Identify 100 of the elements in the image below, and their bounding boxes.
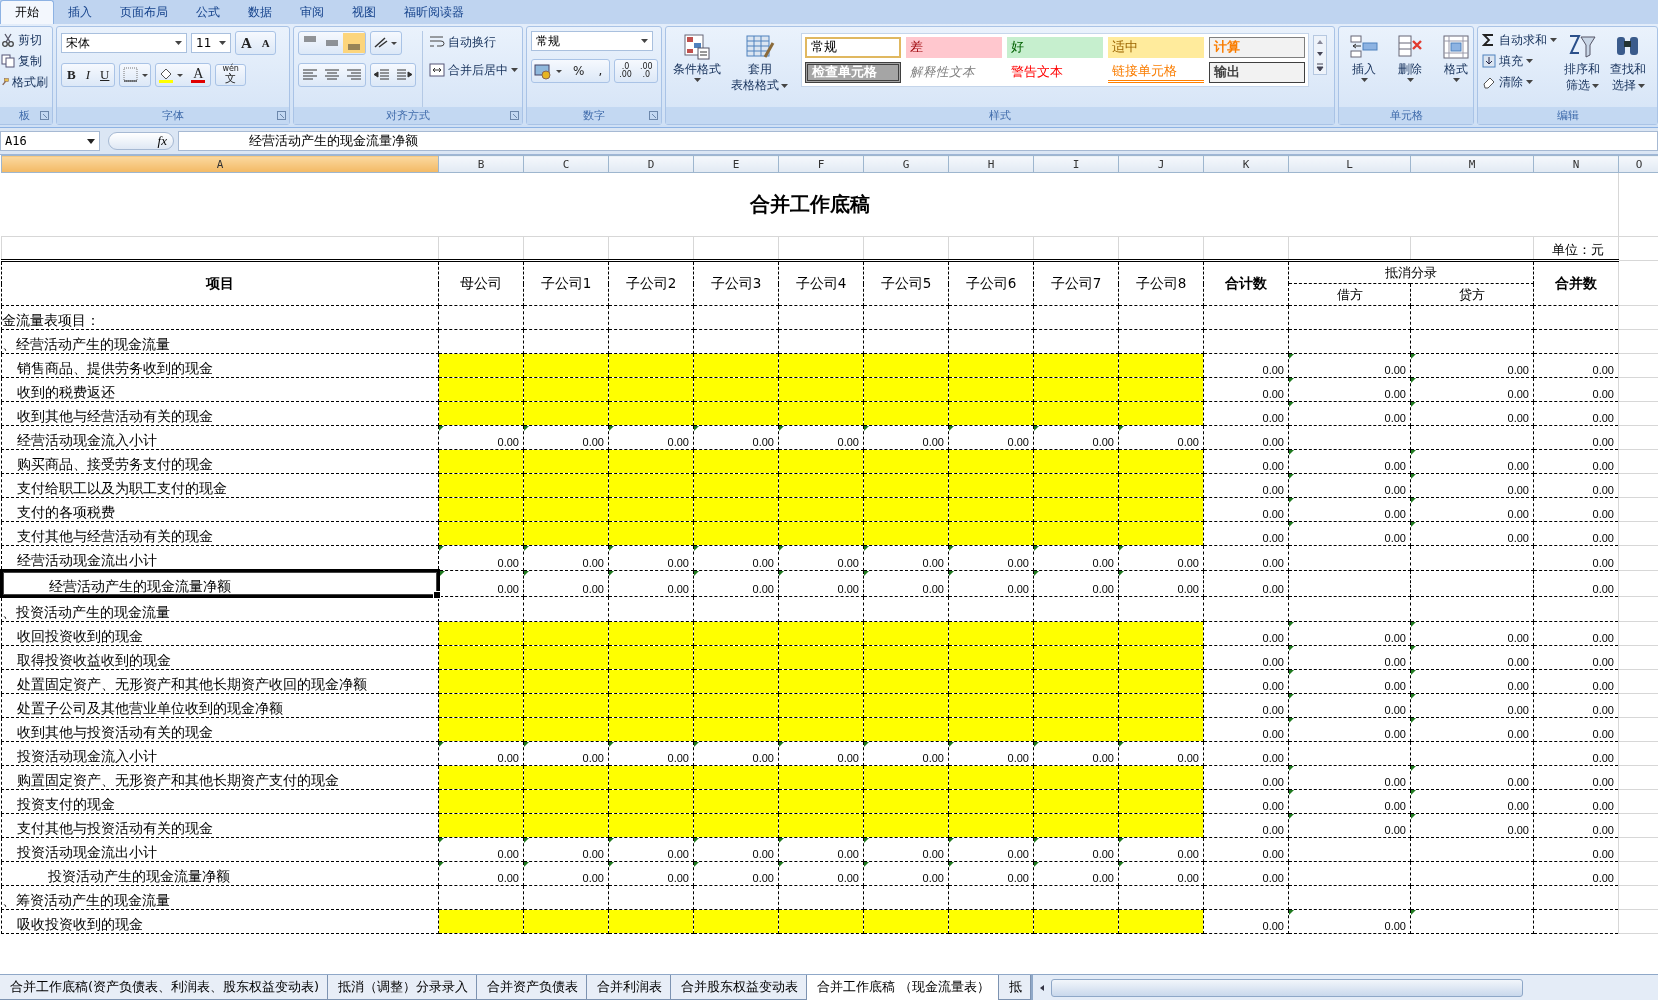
dialog-launcher-icon[interactable] bbox=[277, 111, 286, 120]
column-header[interactable]: K bbox=[1203, 155, 1289, 173]
ribbon-tab[interactable]: 福昕阅读器 bbox=[390, 1, 478, 24]
corner-mark-icon bbox=[1411, 718, 1416, 723]
sheet-tab[interactable]: 合并工作底稿(资产负债表、利润表、股东权益变动表) bbox=[0, 975, 329, 1000]
dialog-launcher-icon[interactable] bbox=[40, 111, 49, 120]
sum-icon bbox=[1482, 33, 1496, 47]
font-size-dropdown[interactable]: 11 bbox=[191, 33, 231, 53]
table-cell: 0.00 bbox=[1177, 436, 1199, 448]
column-header[interactable]: H bbox=[948, 155, 1034, 173]
corner-mark-icon bbox=[949, 742, 954, 747]
ribbon-tab[interactable]: 数据 bbox=[234, 1, 286, 24]
row-label: 经营活动产生的现金流量净额 bbox=[49, 578, 231, 594]
comma-button[interactable]: , bbox=[591, 61, 610, 81]
clipboard-button[interactable]: 复制 bbox=[1, 52, 48, 70]
dialog-launcher-icon[interactable] bbox=[510, 111, 519, 120]
column-header[interactable]: D bbox=[608, 155, 694, 173]
caret-icon bbox=[781, 83, 788, 88]
bottom-align-icon[interactable] bbox=[343, 33, 365, 53]
column-header[interactable]: J bbox=[1118, 155, 1204, 173]
cell-style-swatch[interactable]: 差 bbox=[906, 37, 1002, 58]
gallery-scrollbar[interactable] bbox=[1313, 35, 1327, 75]
corner-mark-icon bbox=[949, 862, 954, 867]
cell-style-swatch[interactable]: 适中 bbox=[1108, 37, 1204, 58]
editing-button[interactable]: 清除 bbox=[1482, 73, 1557, 91]
sheet-tab[interactable]: 合并工作底稿 （现金流量表） bbox=[807, 975, 1000, 1000]
sheet-tab[interactable]: 合并股东权益变动表 bbox=[671, 975, 808, 1000]
name-box[interactable]: A16 bbox=[0, 131, 100, 151]
wrap-text-button[interactable]: 自动换行 bbox=[429, 33, 518, 51]
number-format-dropdown[interactable]: 常规 bbox=[531, 31, 653, 51]
fill-down-icon bbox=[1482, 54, 1496, 68]
cells-button[interactable]: 删除 bbox=[1389, 31, 1431, 84]
sort-filter-button[interactable]: 排序和 筛选 bbox=[1561, 31, 1603, 95]
ribbon-tab[interactable]: 页面布局 bbox=[106, 1, 182, 24]
italic-button[interactable]: I bbox=[80, 65, 95, 85]
clipboard-button[interactable]: 格式刷 bbox=[1, 73, 48, 91]
table-cell: 0.00 bbox=[752, 752, 774, 764]
increase-decimal-button[interactable]: .0 .00 bbox=[615, 61, 636, 81]
column-header[interactable]: O bbox=[1618, 155, 1658, 173]
cells-button[interactable]: 格式 bbox=[1435, 31, 1477, 84]
corner-mark-icon bbox=[1289, 354, 1294, 359]
table-cell: 0.00 bbox=[1384, 920, 1406, 932]
sheet-tab[interactable]: 抵 bbox=[999, 975, 1032, 1000]
cell-style-swatch[interactable]: 常规 bbox=[805, 37, 901, 58]
font-name-dropdown[interactable]: 宋体 bbox=[61, 33, 187, 53]
border-icon[interactable] bbox=[120, 65, 151, 85]
bold-button[interactable]: B bbox=[62, 65, 81, 85]
ribbon-tab[interactable]: 视图 bbox=[338, 1, 390, 24]
column-header[interactable]: L bbox=[1288, 155, 1411, 173]
corner-mark-icon bbox=[1411, 814, 1416, 819]
merge-center-button[interactable]: 合并后居中 bbox=[429, 61, 518, 79]
sheet-tab[interactable]: 抵消（调整）分录录入 bbox=[328, 975, 478, 1000]
formula-input[interactable]: 经营活动产生的现金流量净额 bbox=[178, 131, 1658, 151]
ribbon-tab[interactable]: 审阅 bbox=[286, 1, 338, 24]
table-cell: 0.00 bbox=[1507, 532, 1529, 544]
underline-button[interactable]: U bbox=[95, 65, 115, 85]
column-header[interactable]: G bbox=[863, 155, 949, 173]
function-button[interactable]: fx bbox=[108, 132, 174, 150]
sheet-tab[interactable]: 合并利润表 bbox=[587, 975, 672, 1000]
table-format-button[interactable]: 套用 表格格式 bbox=[728, 31, 791, 95]
sheet-tab[interactable]: 合并资产负债表 bbox=[477, 975, 588, 1000]
column-header[interactable]: M bbox=[1410, 155, 1534, 173]
horizontal-scrollbar[interactable] bbox=[1031, 975, 1658, 1000]
column-header[interactable]: N bbox=[1533, 155, 1619, 173]
phonetic-button[interactable]: wén 文 bbox=[215, 64, 246, 86]
cell-style-swatch[interactable]: 警告文本 bbox=[1007, 62, 1103, 83]
dialog-launcher-icon[interactable] bbox=[649, 111, 658, 120]
column-header[interactable]: F bbox=[778, 155, 864, 173]
column-header[interactable]: B bbox=[438, 155, 524, 173]
grow-font-button[interactable]: A bbox=[236, 33, 257, 53]
conditional-format-button[interactable]: 条件格式 bbox=[670, 31, 724, 84]
ribbon-tab[interactable]: 插入 bbox=[54, 1, 106, 24]
corner-mark-icon bbox=[864, 742, 869, 747]
cells-button[interactable]: 插入 bbox=[1343, 31, 1385, 84]
ribbon-tab[interactable]: 公式 bbox=[182, 1, 234, 24]
find-select-button[interactable]: 查找和 选择 bbox=[1607, 31, 1649, 95]
corner-mark-icon bbox=[1411, 378, 1416, 383]
caret-icon bbox=[1637, 83, 1645, 88]
cell-style-swatch[interactable]: 输出 bbox=[1209, 62, 1305, 83]
shrink-font-button[interactable]: A bbox=[256, 33, 275, 53]
editing-button[interactable]: 填充 bbox=[1482, 52, 1557, 70]
corner-mark-icon bbox=[949, 426, 954, 431]
column-header[interactable]: A bbox=[1, 155, 439, 173]
column-header[interactable]: C bbox=[523, 155, 609, 173]
table-cell: 0.00 bbox=[922, 557, 944, 569]
fill-handle[interactable] bbox=[433, 591, 441, 599]
ribbon-tab[interactable]: 开始 bbox=[0, 0, 54, 24]
percent-button[interactable]: % bbox=[566, 61, 592, 81]
column-header[interactable]: I bbox=[1033, 155, 1119, 173]
corner-mark-icon bbox=[1411, 354, 1416, 359]
scroll-up-icon bbox=[1315, 38, 1325, 46]
cell-style-swatch[interactable]: 解释性文本 bbox=[906, 62, 1002, 83]
scroll-thumb[interactable] bbox=[1051, 978, 1524, 997]
clipboard-button[interactable]: 剪切 bbox=[1, 31, 48, 49]
cell-style-swatch[interactable]: 好 bbox=[1007, 37, 1103, 58]
row-label: 处置固定资产、无形资产和其他长期资产收回的现金净额 bbox=[17, 676, 367, 692]
corner-mark-icon bbox=[779, 862, 784, 867]
column-header[interactable]: E bbox=[693, 155, 779, 173]
decrease-decimal-button[interactable]: .00 .0 bbox=[635, 61, 657, 81]
editing-button[interactable]: 自动求和 bbox=[1482, 31, 1557, 49]
